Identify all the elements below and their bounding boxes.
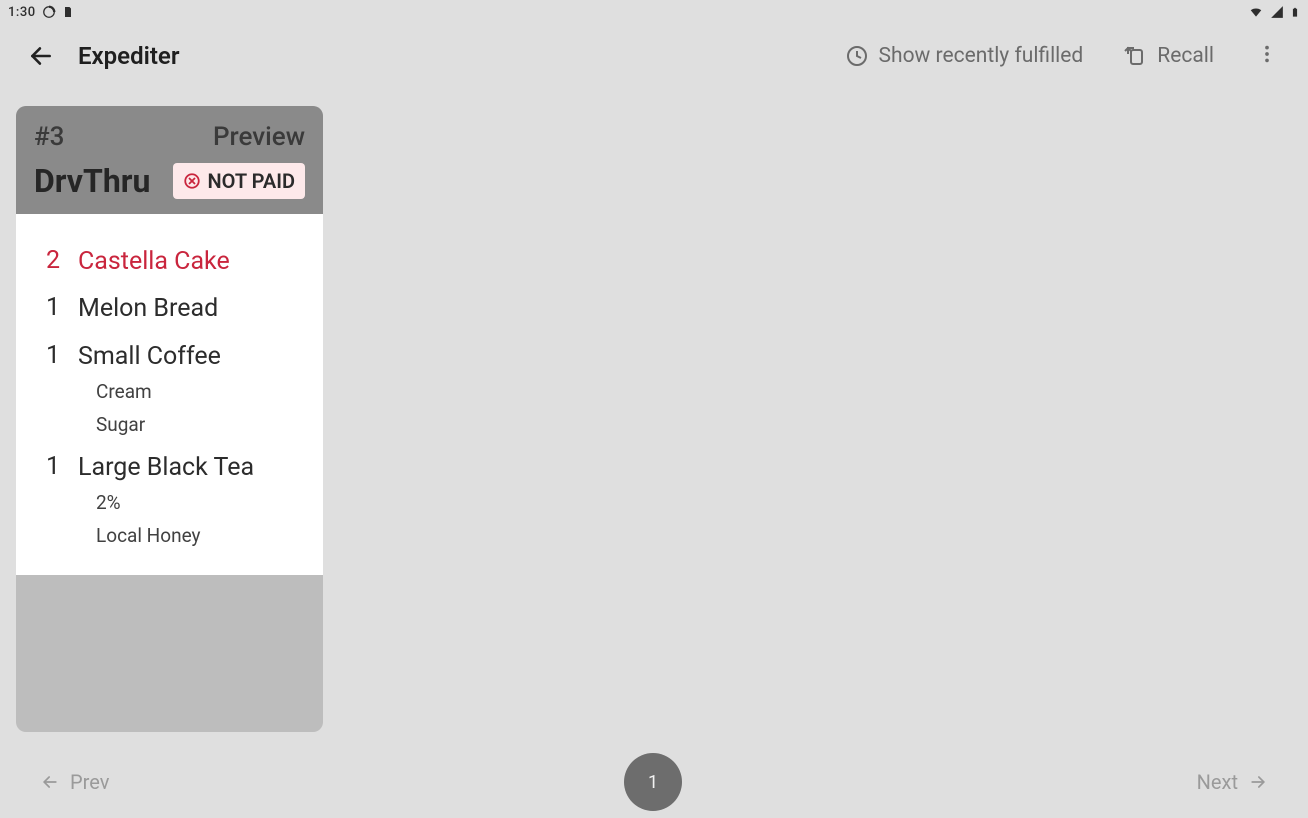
item-name: Castella Cake (78, 246, 305, 277)
not-paid-badge: NOT PAID (173, 163, 305, 199)
arrow-left-icon (40, 772, 60, 792)
not-paid-label: NOT PAID (207, 169, 295, 193)
data-saver-icon (42, 5, 56, 19)
status-bar: 1:30 (0, 0, 1308, 24)
item-name: Melon Bread (78, 293, 305, 324)
recall-button[interactable]: Recall (1115, 38, 1222, 74)
ticket-line[interactable]: 1 Large Black Tea (34, 442, 305, 489)
pager: Prev 1 Next (0, 746, 1308, 818)
app-bar: Expediter Show recently fulfilled Recall (0, 24, 1308, 88)
prev-button[interactable]: Prev (40, 770, 109, 794)
recall-label: Recall (1157, 44, 1214, 68)
next-button[interactable]: Next (1197, 770, 1268, 794)
item-qty: 2 (34, 246, 60, 275)
ticket-header[interactable]: #3 Preview DrvThru NOT PAID (16, 106, 323, 214)
page-title: Expediter (78, 42, 179, 70)
item-mod: 2% (96, 491, 305, 514)
ticket-body[interactable]: 2 Castella Cake 1 Melon Bread 1 Small Coffee C… (16, 214, 323, 575)
more-vert-icon (1256, 43, 1278, 65)
arrow-right-icon (1248, 772, 1268, 792)
overflow-menu-button[interactable] (1246, 37, 1288, 75)
clock-icon (845, 44, 869, 68)
ticket-column: #3 Preview DrvThru NOT PAID 2 Castella Ca… (16, 106, 323, 732)
recall-icon (1123, 44, 1147, 68)
sd-card-icon (62, 5, 74, 19)
item-mod: Local Honey (96, 524, 305, 547)
show-recently-fulfilled-button[interactable]: Show recently fulfilled (837, 38, 1092, 74)
ticket-number: #3 (34, 122, 64, 152)
order-type: DrvThru (34, 162, 150, 200)
ticket-state: Preview (213, 122, 305, 152)
prev-label: Prev (70, 770, 109, 794)
item-qty: 1 (34, 293, 60, 322)
item-name: Small Coffee (78, 341, 305, 372)
item-qty: 1 (34, 341, 60, 370)
page-indicator[interactable]: 1 (624, 753, 682, 811)
battery-icon (1290, 5, 1300, 20)
ticket-line[interactable]: 2 Castella Cake (34, 236, 305, 283)
item-name: Large Black Tea (78, 452, 305, 483)
ticket-line[interactable]: 1 Small Coffee (34, 331, 305, 378)
item-mod: Sugar (96, 413, 305, 436)
ticket-line[interactable]: 1 Melon Bread (34, 283, 305, 330)
item-qty: 1 (34, 452, 60, 481)
item-mods: Cream Sugar (34, 378, 305, 442)
back-button[interactable] (28, 43, 54, 69)
show-recently-fulfilled-label: Show recently fulfilled (879, 44, 1084, 68)
wifi-icon (1248, 5, 1264, 19)
cell-signal-icon (1270, 5, 1284, 19)
next-label: Next (1197, 770, 1238, 794)
cancel-circle-icon (183, 172, 201, 190)
item-mod: Cream (96, 380, 305, 403)
status-time: 1:30 (8, 5, 36, 20)
item-mods: 2% Local Honey (34, 489, 305, 553)
page-number: 1 (648, 772, 658, 793)
